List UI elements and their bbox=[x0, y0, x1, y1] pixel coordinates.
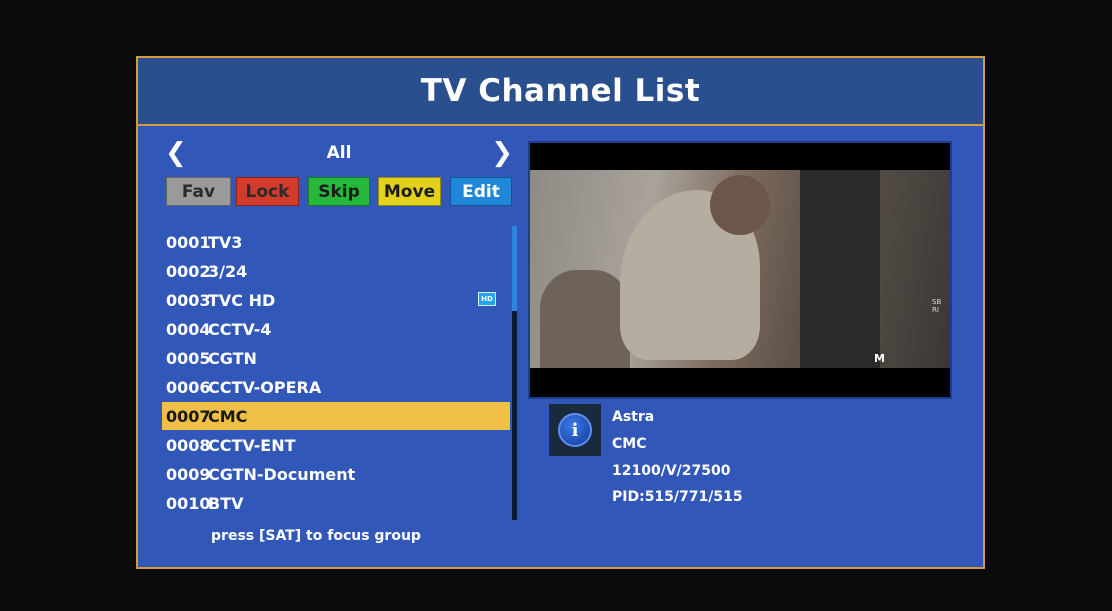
channel-number: 0005 bbox=[166, 348, 211, 368]
page-title: TV Channel List bbox=[420, 73, 701, 109]
channel-row[interactable]: 0008 CCTV-ENT bbox=[162, 431, 510, 459]
group-name: All bbox=[326, 143, 352, 163]
channel-name: CGTN bbox=[208, 348, 257, 368]
info-pid: PID:515/771/515 bbox=[612, 489, 743, 505]
scrollbar-thumb[interactable] bbox=[512, 226, 517, 311]
channel-number: 0010 bbox=[166, 493, 211, 513]
channel-name: CCTV-ENT bbox=[208, 435, 296, 455]
channel-number: 0004 bbox=[166, 319, 211, 339]
info-glyph: i bbox=[558, 413, 592, 447]
lock-button[interactable]: Lock bbox=[236, 177, 299, 206]
channel-name: BTV bbox=[208, 493, 244, 513]
channel-name: CCTV-4 bbox=[208, 319, 272, 339]
channel-row[interactable]: 0006 CCTV-OPERA bbox=[162, 373, 510, 401]
info-channel: CMC bbox=[612, 436, 647, 452]
channel-row[interactable]: 0005 CGTN bbox=[162, 344, 510, 372]
info-transponder: 12100/V/27500 bbox=[612, 463, 731, 479]
channel-row[interactable]: 0010 BTV bbox=[162, 489, 510, 517]
channel-list-panel: TV Channel List ❮ All ❯ Fav Lock Skip Mo… bbox=[136, 56, 985, 569]
channel-name: CCTV-OPERA bbox=[208, 377, 322, 397]
channel-number: 0007 bbox=[166, 406, 211, 426]
hint-text: press [SAT] to focus group bbox=[211, 528, 421, 544]
scrollbar[interactable] bbox=[512, 226, 517, 520]
group-selector[interactable]: ❮ All ❯ bbox=[165, 139, 513, 167]
title-bar: TV Channel List bbox=[138, 58, 983, 126]
fav-button[interactable]: Fav bbox=[166, 177, 231, 206]
channel-row[interactable]: 0007 CMC bbox=[162, 402, 510, 430]
channel-name: TVC HD bbox=[208, 290, 276, 310]
preview-image: SB RI M bbox=[530, 170, 950, 368]
hd-badge-icon: HD bbox=[478, 292, 496, 306]
channel-name: CMC bbox=[208, 406, 248, 426]
channel-row[interactable]: 0003 TVC HD HD bbox=[162, 286, 510, 314]
side-watermark: SB RI bbox=[932, 298, 942, 314]
channel-row[interactable]: 0009 CGTN-Document bbox=[162, 460, 510, 488]
info-icon: i bbox=[549, 404, 601, 456]
channel-row[interactable]: 0001 TV3 bbox=[162, 228, 510, 256]
channel-row[interactable]: 0004 CCTV-4 bbox=[162, 315, 510, 343]
edit-button[interactable]: Edit bbox=[450, 177, 512, 206]
channel-number: 0002 bbox=[166, 261, 211, 281]
channel-number: 0003 bbox=[166, 290, 211, 310]
broadcaster-logo: M bbox=[874, 352, 885, 365]
channel-number: 0009 bbox=[166, 464, 211, 484]
video-preview: SB RI M bbox=[528, 141, 952, 399]
move-button[interactable]: Move bbox=[378, 177, 441, 206]
channel-name: CGTN-Document bbox=[208, 464, 356, 484]
channel-number: 0006 bbox=[166, 377, 211, 397]
chevron-right-icon[interactable]: ❯ bbox=[491, 139, 513, 167]
channel-row[interactable]: 0002 3/24 bbox=[162, 257, 510, 285]
info-satellite: Astra bbox=[612, 409, 655, 425]
skip-button[interactable]: Skip bbox=[308, 177, 370, 206]
channel-number: 0008 bbox=[166, 435, 211, 455]
channel-name: 3/24 bbox=[208, 261, 248, 281]
channel-number: 0001 bbox=[166, 232, 211, 252]
channel-name: TV3 bbox=[208, 232, 243, 252]
